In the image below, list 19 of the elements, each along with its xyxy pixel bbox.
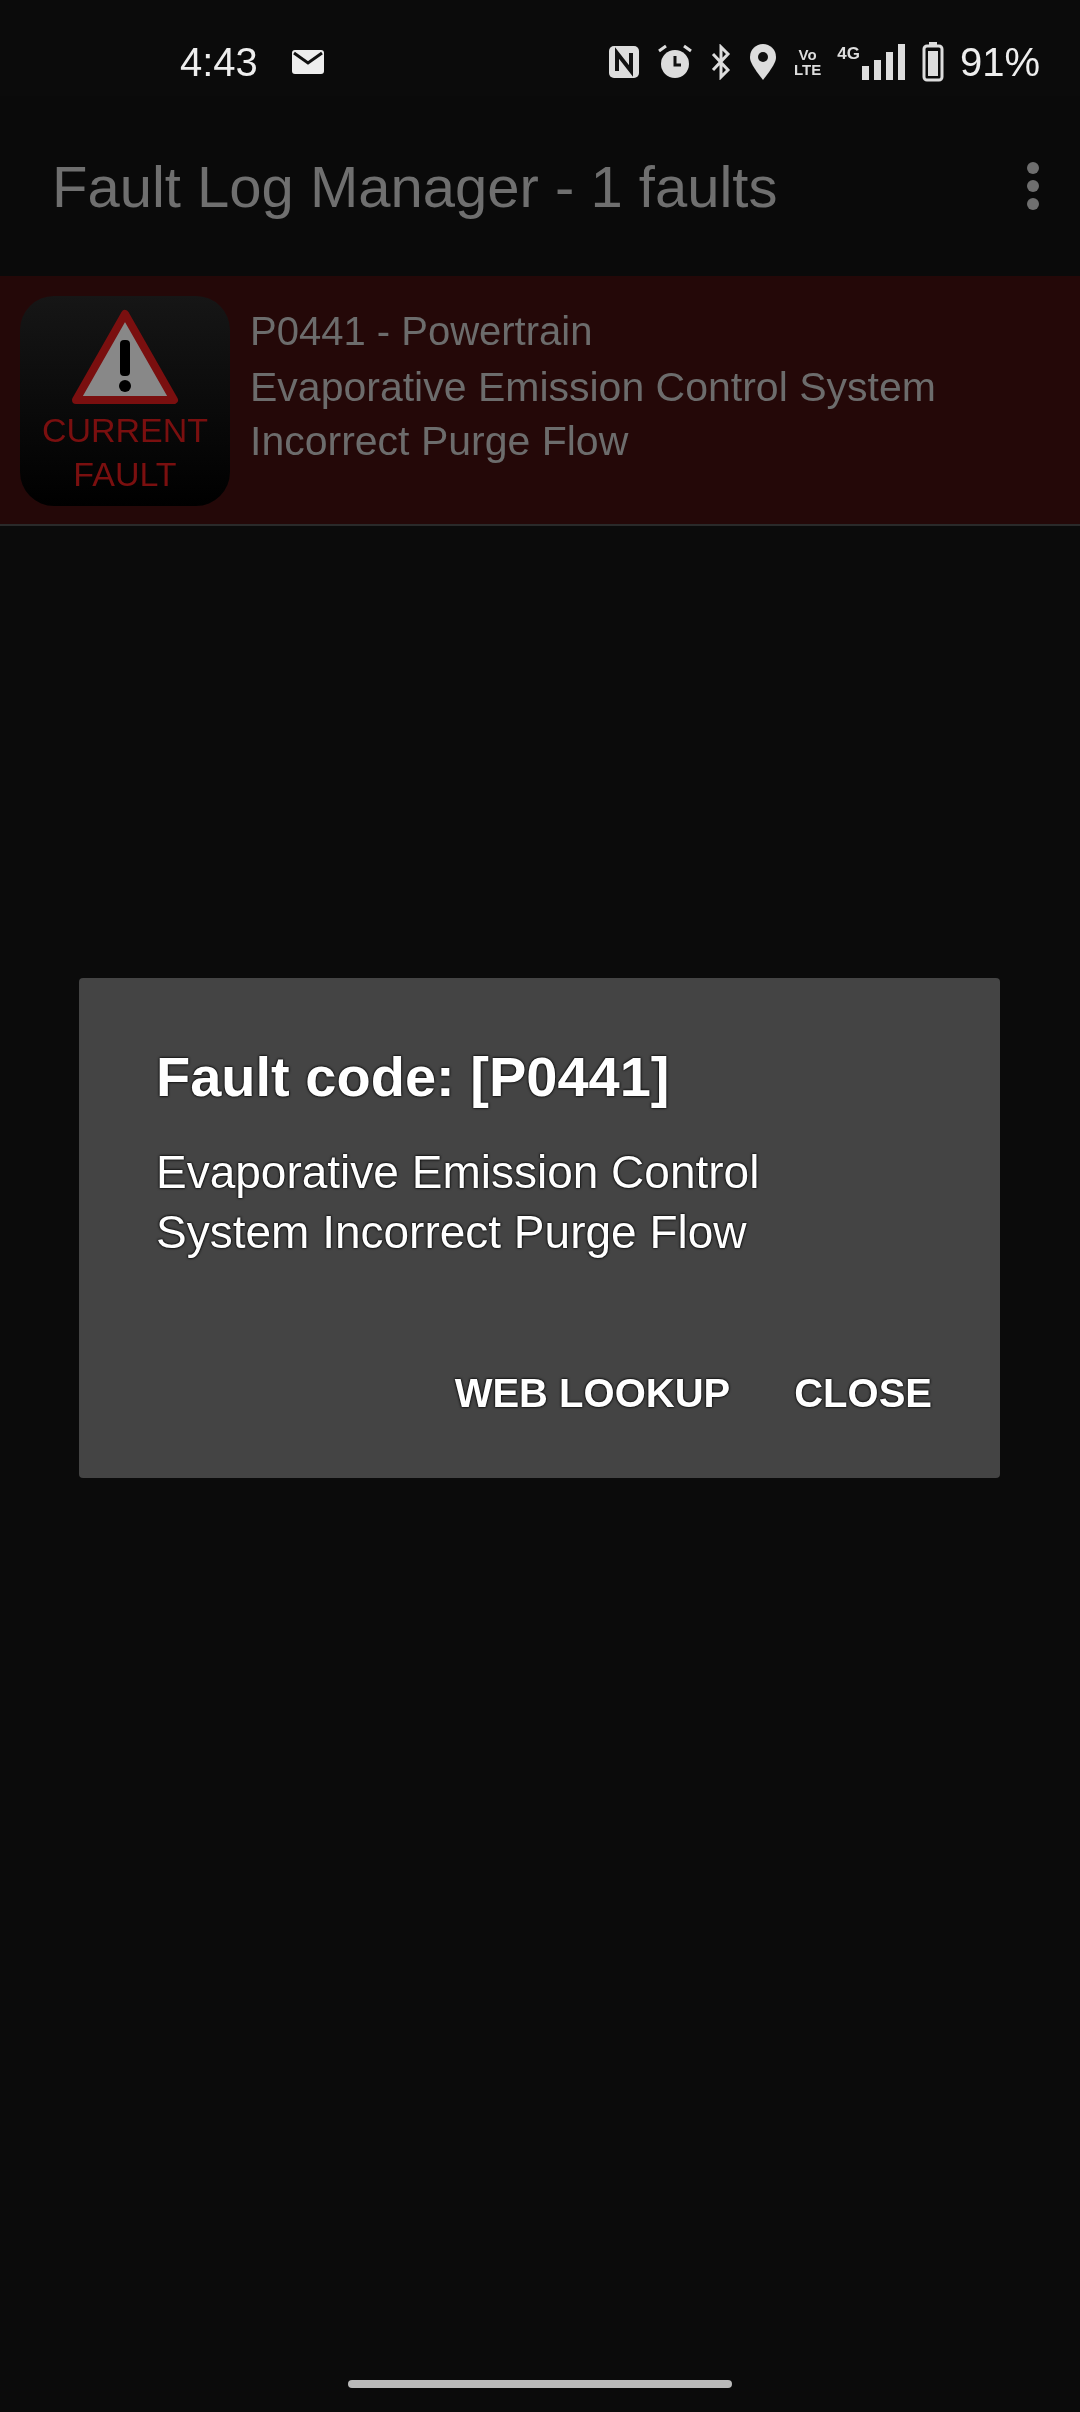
- mail-icon: [291, 50, 324, 74]
- current-fault-icon: CURRENT FAULT: [20, 296, 230, 506]
- network-type-label: 4G: [837, 44, 860, 64]
- fault-code-title: P0441 - Powertrain: [250, 308, 594, 355]
- battery-icon: [921, 42, 944, 82]
- dialog-message: Evaporative Emission Control System Incorrect Purge Flow: [156, 1145, 761, 1260]
- nfc-icon: [608, 45, 641, 79]
- menu-icon[interactable]: [1026, 161, 1040, 211]
- dialog-button[interactable]: WEB LOOKUP: [434, 1353, 751, 1434]
- signal-icon: [861, 44, 906, 80]
- clock-time: 4:43: [180, 39, 258, 85]
- location-icon: [748, 43, 779, 81]
- app-title: Fault Log Manager - 1 faults: [52, 152, 779, 220]
- fault-description: Evaporative Emission Control System Incorrect Purge Flow: [250, 363, 937, 466]
- dialog-title: Fault code: [P0441]: [156, 1044, 671, 1110]
- battery-percentage: 91%: [959, 39, 1040, 85]
- bluetooth-icon: [710, 44, 733, 80]
- dialog-button[interactable]: CLOSE: [774, 1353, 952, 1434]
- volte-indicator: Vo LTE: [794, 47, 822, 77]
